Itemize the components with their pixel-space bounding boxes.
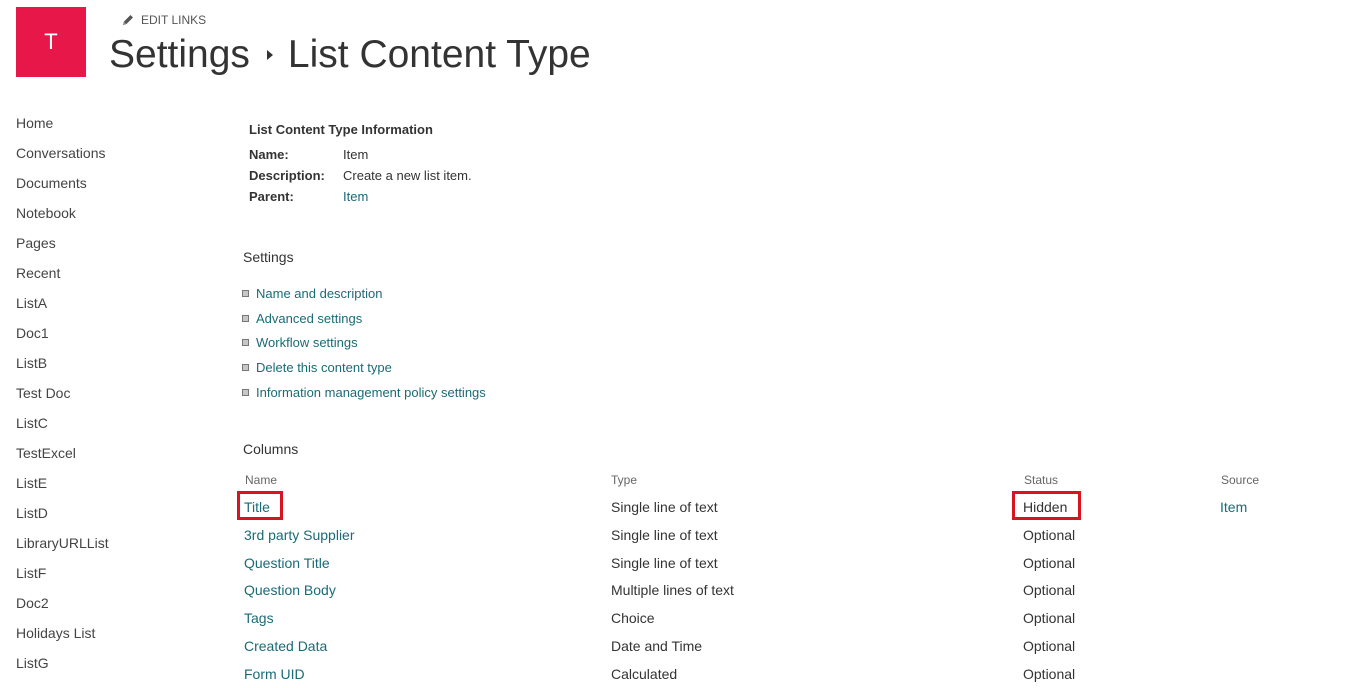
info-title: List Content Type Information (249, 122, 433, 137)
table-row: Title Single line of text Hidden Item (0, 498, 1357, 526)
column-status: Optional (1023, 638, 1076, 654)
breadcrumb-settings[interactable]: Settings (109, 33, 250, 77)
column-type: Multiple lines of text (611, 582, 734, 598)
column-name-link[interactable]: Question Title (244, 554, 330, 572)
column-header-status: Status (1024, 473, 1059, 487)
column-type: Single line of text (611, 555, 718, 571)
nav-item-recent[interactable]: Recent (16, 264, 206, 294)
settings-link-item: Workflow settings (241, 334, 486, 359)
column-header-name: Name (245, 473, 278, 487)
settings-heading: Settings (243, 249, 294, 265)
column-status: Optional (1023, 527, 1076, 543)
column-name-link[interactable]: Question Body (244, 581, 336, 599)
parent-link[interactable]: Item (343, 188, 368, 209)
column-status: Optional (1023, 582, 1076, 598)
settings-link-item: Delete this content type (241, 359, 486, 384)
nav-item-home[interactable]: Home (16, 114, 206, 144)
information-management-policy-link[interactable]: Information management policy settings (256, 384, 486, 401)
info-row-description: Description: Create a new list item. (249, 167, 472, 188)
nav-item-testexcel[interactable]: TestExcel (16, 444, 206, 474)
bullet-icon (242, 339, 249, 347)
delete-content-type-link[interactable]: Delete this content type (256, 359, 392, 376)
highlight-box-status (1012, 491, 1081, 520)
description-value: Create a new list item. (343, 168, 472, 183)
column-name-link[interactable]: Created Data (244, 637, 327, 655)
nav-item-pages[interactable]: Pages (16, 234, 206, 264)
table-row: Question Body Multiple lines of text Opt… (0, 581, 1357, 609)
bullet-icon (242, 290, 249, 297)
column-name-link[interactable]: Tags (244, 609, 274, 627)
nav-item-conversations[interactable]: Conversations (16, 144, 206, 174)
name-label: Name: (249, 147, 289, 162)
nav-item-test-doc[interactable]: Test Doc (16, 384, 206, 414)
column-type: Date and Time (611, 638, 703, 654)
table-row: Form UID Calculated Optional (0, 665, 1357, 687)
column-header-type: Type (611, 473, 638, 487)
parent-label: Parent: (249, 189, 294, 204)
advanced-settings-link[interactable]: Advanced settings (256, 310, 362, 327)
table-row: Tags Choice Optional (0, 609, 1357, 637)
column-type: Calculated (611, 666, 678, 682)
table-row: 3rd party Supplier Single line of text O… (0, 526, 1357, 554)
columns-heading: Columns (243, 441, 299, 457)
column-name-link[interactable]: 3rd party Supplier (244, 526, 355, 544)
table-row: Question Title Single line of text Optio… (0, 554, 1357, 582)
edit-links-label: EDIT LINKS (141, 13, 207, 27)
highlight-box-title (237, 491, 283, 520)
breadcrumb-current: List Content Type (287, 33, 591, 76)
name-value: Item (343, 147, 369, 162)
nav-item-notebook[interactable]: Notebook (16, 204, 206, 234)
settings-link-item: Name and description (241, 285, 486, 310)
pencil-icon (121, 13, 135, 27)
site-logo-letter: T (44, 29, 58, 54)
workflow-settings-link[interactable]: Workflow settings (256, 334, 358, 351)
nav-item-listb[interactable]: ListB (16, 354, 206, 384)
column-status: Optional (1023, 555, 1076, 571)
caret-right-icon (266, 49, 274, 61)
column-header-source: Source (1221, 473, 1260, 487)
column-type: Single line of text (611, 499, 718, 515)
bullet-icon (242, 388, 249, 396)
column-type: Choice (611, 610, 655, 626)
settings-links: Name and description Advanced settings W… (241, 285, 486, 408)
nav-item-lista[interactable]: ListA (16, 294, 206, 324)
info-row-name: Name: Item (249, 146, 472, 167)
settings-link-item: Advanced settings (241, 310, 486, 335)
description-label: Description: (249, 168, 325, 183)
nav-item-listc[interactable]: ListC (16, 414, 206, 444)
table-row: Created Data Date and Time Optional (0, 637, 1357, 665)
info-row-parent: Parent: Item (249, 188, 472, 209)
nav-item-documents[interactable]: Documents (16, 174, 206, 204)
column-type: Single line of text (611, 527, 718, 543)
page-title: Settings List Content Type (109, 33, 591, 77)
column-status: Optional (1023, 666, 1076, 682)
bullet-icon (242, 314, 249, 322)
edit-links-button[interactable]: EDIT LINKS (121, 13, 206, 27)
bullet-icon (242, 364, 249, 372)
settings-link-item: Information management policy settings (241, 384, 486, 409)
name-and-description-link[interactable]: Name and description (256, 285, 382, 302)
content-type-info: List Content Type Information Name: Item… (249, 122, 472, 209)
column-status: Optional (1023, 610, 1076, 626)
nav-item-doc1[interactable]: Doc1 (16, 324, 206, 354)
site-logo[interactable]: T (16, 7, 86, 77)
column-name-link[interactable]: Form UID (244, 665, 305, 683)
column-source-link[interactable]: Item (1220, 498, 1247, 516)
